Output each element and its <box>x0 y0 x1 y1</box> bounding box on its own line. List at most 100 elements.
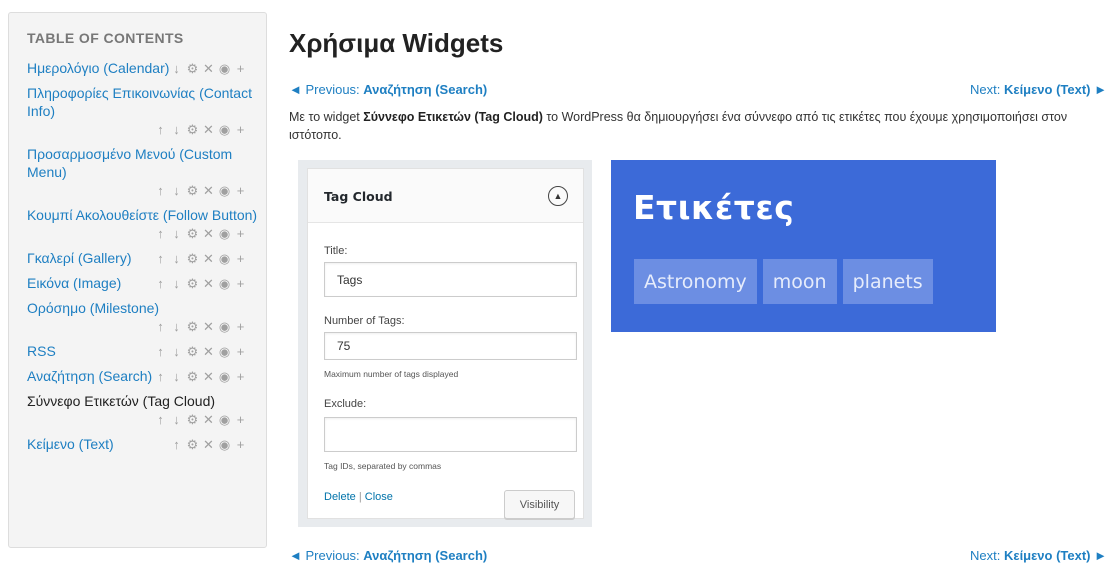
close-icon[interactable]: ✕ <box>202 250 215 268</box>
intro-text: Με το widget Σύννεφο Ετικετών (Tag Cloud… <box>289 108 1107 144</box>
toc-link[interactable]: Πληροφορίες Επικοινωνίας (Contact Info) <box>27 85 252 119</box>
plus-icon[interactable]: + <box>234 60 247 78</box>
arrow-down-icon[interactable]: ↓ <box>170 182 183 200</box>
arrow-down-icon[interactable]: ↓ <box>170 60 183 78</box>
previous-link[interactable]: ◄ Previous: Αναζήτηση (Search) <box>289 82 487 97</box>
visibility-button[interactable]: Visibility <box>504 490 575 519</box>
eye-icon[interactable]: ◉ <box>218 411 231 429</box>
arrow-up-icon[interactable]: ↑ <box>154 318 167 336</box>
gear-icon[interactable]: ⚙ <box>186 275 199 293</box>
page-title: Χρήσιμα Widgets <box>289 28 504 58</box>
number-of-tags-field[interactable]: 75 <box>324 332 577 360</box>
eye-icon[interactable]: ◉ <box>218 60 231 78</box>
plus-icon[interactable]: + <box>234 250 247 268</box>
tag-list: Astronomy moon planets <box>634 259 933 304</box>
eye-icon[interactable]: ◉ <box>218 318 231 336</box>
gear-icon[interactable]: ⚙ <box>186 225 199 243</box>
intro-before: Με το widget <box>289 110 364 124</box>
toc-link[interactable]: RSS <box>27 343 56 359</box>
arrow-up-icon[interactable]: ↑ <box>154 182 167 200</box>
close-link[interactable]: Close <box>365 491 393 503</box>
toc-link[interactable]: Ορόσημο (Milestone) <box>27 300 159 316</box>
gear-icon[interactable]: ⚙ <box>186 368 199 386</box>
plus-icon[interactable]: + <box>234 436 247 454</box>
toc-item-actions: ↑ ↓ ⚙ ✕ ◉ + <box>27 121 247 139</box>
close-icon[interactable]: ✕ <box>202 368 215 386</box>
eye-icon[interactable]: ◉ <box>218 275 231 293</box>
arrow-down-icon[interactable]: ↓ <box>170 343 183 361</box>
gear-icon[interactable]: ⚙ <box>186 411 199 429</box>
close-icon[interactable]: ✕ <box>202 121 215 139</box>
eye-icon[interactable]: ◉ <box>218 121 231 139</box>
arrow-down-icon[interactable]: ↓ <box>170 225 183 243</box>
arrow-up-icon[interactable]: ↑ <box>170 436 183 454</box>
gear-icon[interactable]: ⚙ <box>186 250 199 268</box>
eye-icon[interactable]: ◉ <box>218 182 231 200</box>
next-link-bottom[interactable]: Next: Κείμενο (Text) ► <box>970 548 1107 563</box>
toc-item: Προσαρμοσμένο Μενού (Custom Menu) ↑ ↓ ⚙ ✕ ◉ + <box>27 145 266 200</box>
toc-link[interactable]: Σύννεφο Ετικετών (Tag Cloud) <box>27 393 215 409</box>
plus-icon[interactable]: + <box>234 182 247 200</box>
toc-link[interactable]: Αναζήτηση (Search) <box>27 368 152 384</box>
link-separator: | <box>358 491 362 503</box>
plus-icon[interactable]: + <box>234 411 247 429</box>
tag-cloud-widget: Tag Cloud ▲ Title: Tags Number of Tags: … <box>307 168 584 519</box>
arrow-up-icon[interactable]: ↑ <box>154 275 167 293</box>
gear-icon[interactable]: ⚙ <box>186 436 199 454</box>
exclude-field[interactable] <box>324 417 577 452</box>
toc-link[interactable]: Κείμενο (Text) <box>27 436 114 452</box>
arrow-up-icon[interactable]: ↑ <box>154 411 167 429</box>
plus-icon[interactable]: + <box>234 225 247 243</box>
close-icon[interactable]: ✕ <box>202 225 215 243</box>
plus-icon[interactable]: + <box>234 275 247 293</box>
eye-icon[interactable]: ◉ <box>218 368 231 386</box>
close-icon[interactable]: ✕ <box>202 436 215 454</box>
arrow-down-icon[interactable]: ↓ <box>170 121 183 139</box>
eye-icon[interactable]: ◉ <box>218 225 231 243</box>
widget-header[interactable]: Tag Cloud ▲ <box>308 169 583 223</box>
gear-icon[interactable]: ⚙ <box>186 121 199 139</box>
toc-link[interactable]: Εικόνα (Image) <box>27 275 121 291</box>
gear-icon[interactable]: ⚙ <box>186 318 199 336</box>
title-field[interactable]: Tags <box>324 262 577 297</box>
close-icon[interactable]: ✕ <box>202 343 215 361</box>
number-of-tags-label: Number of Tags: <box>324 315 405 327</box>
arrow-down-icon[interactable]: ↓ <box>170 250 183 268</box>
arrow-up-icon[interactable]: ↑ <box>154 121 167 139</box>
eye-icon[interactable]: ◉ <box>218 250 231 268</box>
arrow-up-icon[interactable]: ↑ <box>154 368 167 386</box>
arrow-down-icon[interactable]: ↓ <box>170 275 183 293</box>
previous-link-bottom[interactable]: ◄ Previous: Αναζήτηση (Search) <box>289 548 487 563</box>
gear-icon[interactable]: ⚙ <box>186 343 199 361</box>
close-icon[interactable]: ✕ <box>202 60 215 78</box>
arrow-up-icon[interactable]: ↑ <box>154 225 167 243</box>
plus-icon[interactable]: + <box>234 318 247 336</box>
eye-icon[interactable]: ◉ <box>218 343 231 361</box>
toc-link[interactable]: Προσαρμοσμένο Μενού (Custom Menu) <box>27 146 232 180</box>
collapse-toggle-icon[interactable]: ▲ <box>548 186 568 206</box>
cloud-tag[interactable]: moon <box>762 259 837 304</box>
plus-icon[interactable]: + <box>234 368 247 386</box>
cloud-tag[interactable]: planets <box>842 259 933 304</box>
gear-icon[interactable]: ⚙ <box>186 60 199 78</box>
close-icon[interactable]: ✕ <box>202 275 215 293</box>
delete-link[interactable]: Delete <box>324 491 356 503</box>
arrow-down-icon[interactable]: ↓ <box>170 411 183 429</box>
arrow-up-icon[interactable]: ↑ <box>154 250 167 268</box>
close-icon[interactable]: ✕ <box>202 182 215 200</box>
plus-icon[interactable]: + <box>234 343 247 361</box>
cloud-tag[interactable]: Astronomy <box>634 259 757 304</box>
toc-link[interactable]: Κουμπί Ακολουθείστε (Follow Button) <box>27 207 257 223</box>
next-link[interactable]: Next: Κείμενο (Text) ► <box>970 82 1107 97</box>
arrow-down-icon[interactable]: ↓ <box>170 368 183 386</box>
arrow-down-icon[interactable]: ↓ <box>170 318 183 336</box>
title-field-label: Title: <box>324 245 348 257</box>
close-icon[interactable]: ✕ <box>202 318 215 336</box>
eye-icon[interactable]: ◉ <box>218 436 231 454</box>
toc-link[interactable]: Ημερολόγιο (Calendar) <box>27 60 169 76</box>
arrow-up-icon[interactable]: ↑ <box>154 343 167 361</box>
plus-icon[interactable]: + <box>234 121 247 139</box>
gear-icon[interactable]: ⚙ <box>186 182 199 200</box>
close-icon[interactable]: ✕ <box>202 411 215 429</box>
toc-link[interactable]: Γκαλερί (Gallery) <box>27 250 132 266</box>
